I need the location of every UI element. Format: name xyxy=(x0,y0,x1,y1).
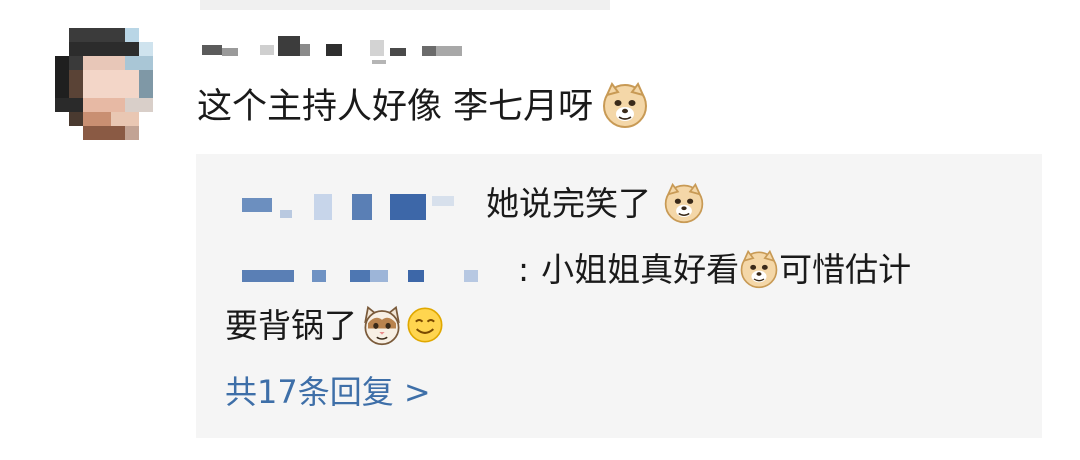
reply-2-separator: : xyxy=(518,250,530,289)
reply-2-continuation: 要背锅了 xyxy=(225,303,445,349)
comment-body: 这个主持人好像 李七月呀 xyxy=(197,87,594,127)
reply-2-text-after: 可惜估计 xyxy=(779,250,912,289)
doge-emoji-icon xyxy=(601,81,649,129)
reply-username-redacted[interactable] xyxy=(240,188,470,232)
cat-emoji-icon xyxy=(361,304,403,346)
comment-text: 这个主持人好像 李七月呀 xyxy=(197,82,649,132)
reply-1-text: 她说完笑了 xyxy=(486,184,651,223)
previous-content-edge xyxy=(200,0,610,10)
reply-1: 她说完笑了 xyxy=(486,181,705,227)
avatar[interactable] xyxy=(55,28,153,140)
reply-username-redacted[interactable] xyxy=(240,262,530,292)
view-all-replies-link[interactable]: 共17条回复 > xyxy=(225,369,431,415)
doge-emoji-icon xyxy=(663,182,705,224)
reply-2-continuation-text: 要背锅了 xyxy=(225,306,357,345)
smile-emoji-icon xyxy=(405,305,445,345)
doge-emoji-icon xyxy=(739,249,779,289)
username-redacted[interactable] xyxy=(200,30,480,70)
reply-2: : 小姐姐真好看 可惜估计 xyxy=(518,247,911,293)
reply-2-text: 小姐姐真好看 xyxy=(541,250,740,289)
